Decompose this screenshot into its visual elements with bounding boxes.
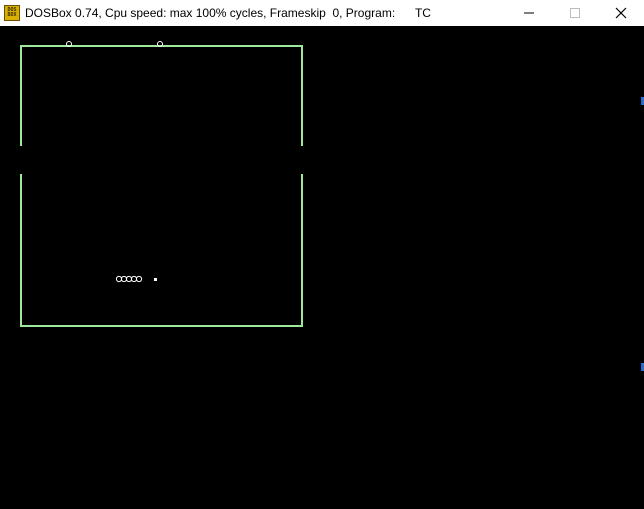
playfield-border xyxy=(20,45,303,327)
snake-segment xyxy=(115,275,123,283)
snake-segment xyxy=(135,275,143,283)
food-pellet xyxy=(154,278,157,281)
dosbox-window: DOS BOX DOSBox 0.74, Cpu speed: max 100%… xyxy=(0,0,644,509)
snake-segment xyxy=(120,275,128,283)
window-title: DOSBox 0.74, Cpu speed: max 100% cycles,… xyxy=(25,6,431,20)
app-icon-text-bottom: BOX xyxy=(7,12,17,18)
close-icon xyxy=(615,7,627,19)
snake-segment xyxy=(125,275,133,283)
snake xyxy=(115,275,143,283)
title-bar[interactable]: DOS BOX DOSBox 0.74, Cpu speed: max 100%… xyxy=(0,0,644,26)
dosbox-app-icon[interactable]: DOS BOX xyxy=(4,5,20,21)
snake-segment xyxy=(130,275,138,283)
maximize-button[interactable] xyxy=(552,0,598,26)
minimize-icon xyxy=(524,12,534,14)
game-canvas xyxy=(20,41,303,327)
minimize-button[interactable] xyxy=(506,0,552,26)
maximize-icon xyxy=(570,8,580,18)
close-button[interactable] xyxy=(598,0,644,26)
window-controls xyxy=(506,0,644,26)
game-viewport[interactable] xyxy=(0,26,644,509)
